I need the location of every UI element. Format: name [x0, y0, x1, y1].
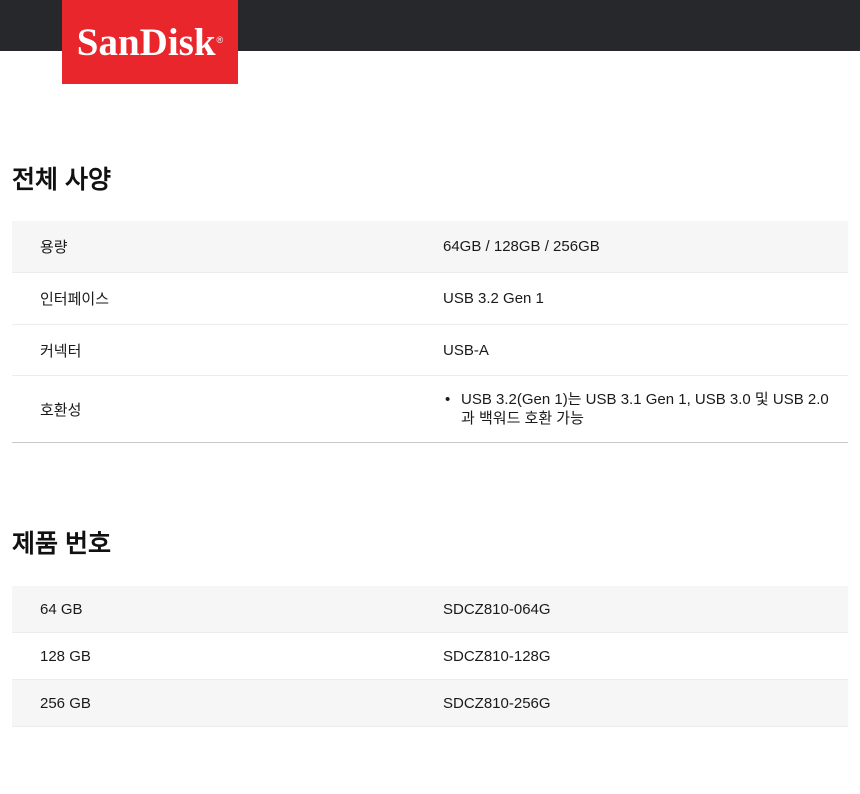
part-number: SDCZ810-128G: [443, 647, 551, 665]
part-numbers-title: 제품 번호: [12, 530, 111, 558]
spec-row-capacity: 용량 64GB / 128GB / 256GB: [12, 221, 848, 273]
logo-text: SanDisk®: [76, 20, 224, 64]
spec-row-connector: 커넥터 USB-A: [12, 325, 848, 376]
capacity-label: 256 GB: [40, 694, 91, 712]
spec-label: 인터페이스: [40, 291, 110, 308]
table-row: 64 GB SDCZ810-064G: [12, 586, 848, 633]
spec-value: USB 3.2 Gen 1: [443, 290, 544, 307]
specs-table: 용량 64GB / 128GB / 256GB 인터페이스 USB 3.2 Ge…: [12, 221, 848, 443]
specs-title: 전체 사양: [12, 166, 111, 194]
part-numbers-table: 64 GB SDCZ810-064G 128 GB SDCZ810-128G 2…: [12, 586, 848, 727]
table-row: 256 GB SDCZ810-256G: [12, 680, 848, 727]
spec-label: 용량: [40, 239, 68, 256]
spec-row-interface: 인터페이스 USB 3.2 Gen 1: [12, 273, 848, 325]
table-row: 128 GB SDCZ810-128G: [12, 633, 848, 680]
spec-label: 호환성: [40, 401, 82, 419]
part-number: SDCZ810-256G: [443, 694, 551, 712]
sandisk-logo[interactable]: SanDisk®: [62, 0, 238, 84]
part-number: SDCZ810-064G: [443, 600, 551, 618]
capacity-label: 64 GB: [40, 600, 83, 618]
spec-row-compatibility: 호환성 USB 3.2(Gen 1)는 USB 3.1 Gen 1, USB 3…: [12, 376, 848, 442]
spec-value: 64GB / 128GB / 256GB: [443, 238, 600, 255]
spec-value: USB 3.2(Gen 1)는 USB 3.1 Gen 1, USB 3.0 및…: [443, 390, 848, 428]
spec-label: 커넥터: [40, 342, 82, 360]
capacity-label: 128 GB: [40, 647, 91, 665]
compatibility-list: USB 3.2(Gen 1)는 USB 3.1 Gen 1, USB 3.0 및…: [443, 390, 848, 428]
spec-value: USB-A: [443, 341, 489, 359]
list-item: USB 3.2(Gen 1)는 USB 3.1 Gen 1, USB 3.0 및…: [443, 390, 848, 428]
